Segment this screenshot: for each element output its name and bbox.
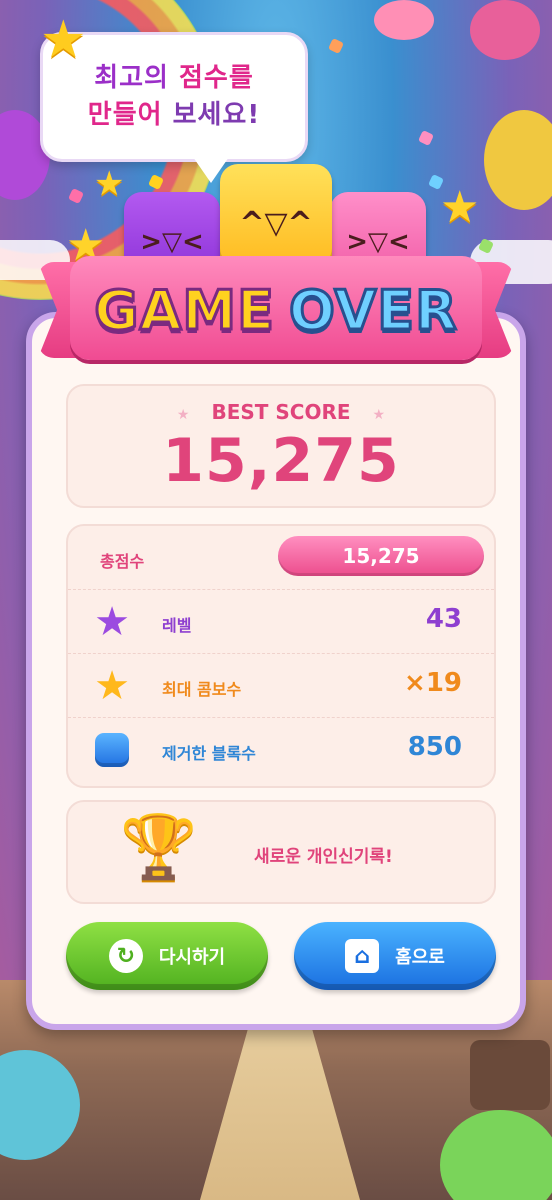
- max-combo-value: ×19: [404, 668, 462, 698]
- total-score-row: 총점수 15,275: [68, 526, 494, 590]
- results-panel: ★ BEST SCORE ★ 15,275 총점수 15,275 ★ 레벨 43 ★…: [26, 312, 526, 1030]
- bubble-line-1: 최고의 점수를: [94, 62, 254, 93]
- total-score-label: 총점수: [100, 552, 145, 571]
- sparkle-icon: ★: [176, 407, 190, 423]
- max-combo-label: 최대 콤보수: [162, 680, 242, 699]
- confetti: [328, 38, 344, 54]
- home-label: 홈으로: [395, 947, 445, 968]
- game-over-title: GAME OVER: [70, 262, 482, 358]
- trophy-icon: 🏆: [120, 810, 198, 883]
- sparkle-icon: ★: [372, 407, 386, 423]
- home-icon: ⌂: [345, 939, 380, 973]
- max-combo-row: ★ 최대 콤보수 ×19: [68, 654, 494, 718]
- title-word-game: GAME: [93, 277, 276, 343]
- star-icon: ★: [94, 164, 125, 204]
- bubble-line-2: 만들어 보세요!: [87, 100, 261, 130]
- star-icon: ★: [440, 182, 480, 233]
- best-score-card: ★ BEST SCORE ★ 15,275: [66, 384, 496, 508]
- balloon: [470, 0, 540, 60]
- new-record-text: 새로운 개인신기록!: [254, 847, 393, 867]
- new-record-card: 🏆 새로운 개인신기록!: [66, 800, 496, 904]
- stats-card: 총점수 15,275 ★ 레벨 43 ★ 최대 콤보수 ×19 제거한 블록수 …: [66, 524, 496, 788]
- balloon: [484, 110, 552, 210]
- best-score-value: 15,275: [162, 426, 400, 496]
- level-value: 43: [425, 604, 462, 634]
- confetti: [418, 130, 434, 146]
- level-row: ★ 레벨 43: [68, 590, 494, 654]
- gold-star-icon: ★: [94, 663, 130, 709]
- candy: [470, 1040, 550, 1110]
- blue-block-icon: [90, 728, 134, 772]
- blocks-cleared-row: 제거한 블록수 850: [68, 718, 494, 782]
- blocks-cleared-value: 850: [407, 732, 462, 762]
- title-word-over: OVER: [288, 277, 459, 343]
- level-label: 레벨: [162, 616, 192, 635]
- retry-label: 다시하기: [158, 947, 226, 968]
- best-score-label: ★ BEST SCORE ★: [176, 400, 386, 424]
- star-icon: ★: [40, 10, 87, 70]
- balloon: [374, 0, 434, 40]
- home-button[interactable]: ⌂ 홈으로: [294, 922, 496, 990]
- total-score-value: 15,275: [278, 536, 484, 576]
- blocks-cleared-label: 제거한 블록수: [162, 744, 256, 763]
- retry-button[interactable]: ↻ 다시하기: [66, 922, 268, 990]
- purple-star-icon: ★: [94, 599, 130, 645]
- refresh-icon: ↻: [108, 939, 143, 973]
